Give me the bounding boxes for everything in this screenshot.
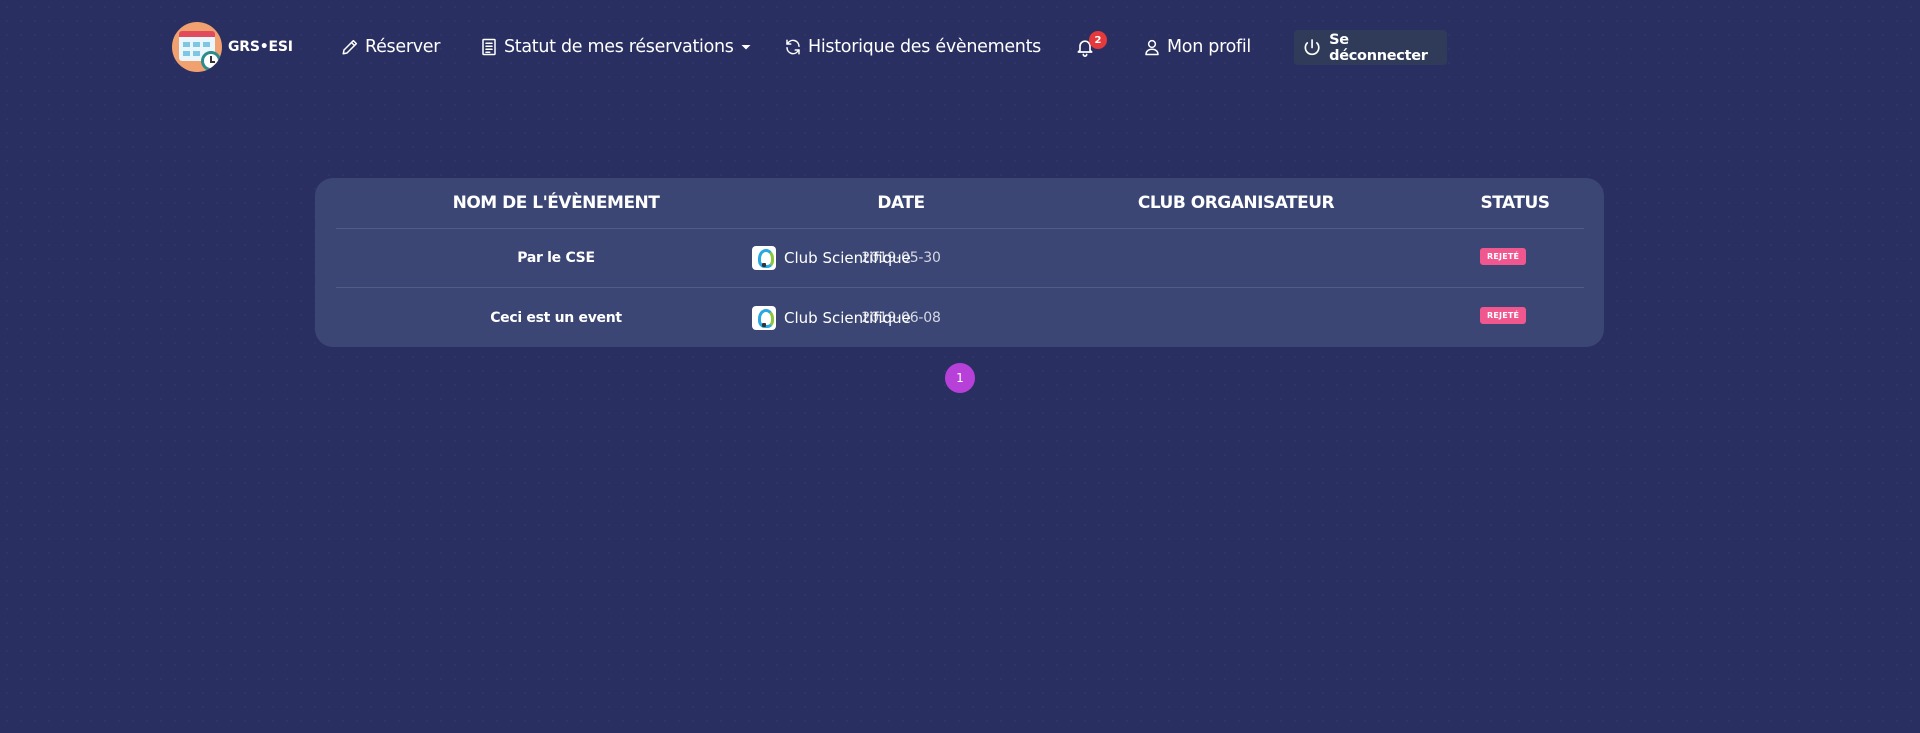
header-status: STATUS [1480, 193, 1550, 213]
nav-profile-label: Mon profil [1167, 37, 1251, 57]
status-badge: REJETÉ [1480, 307, 1527, 324]
events-table: NOM DE L'ÉVÈNEMENT DATE CLUB ORGANISATEU… [315, 178, 1604, 347]
brand-name: GRS•ESI [228, 39, 293, 55]
nav-history[interactable]: Historique des évènements [784, 35, 1041, 59]
status-cell: REJETÉ [1446, 229, 1584, 287]
refresh-icon [786, 39, 800, 55]
user-icon [1145, 39, 1159, 56]
logout-button[interactable]: Se déconnecter [1294, 30, 1447, 65]
power-icon [1304, 39, 1320, 56]
club-cell: Club Scientifique [336, 288, 1584, 347]
nav-status-label: Statut de mes réservations [504, 37, 734, 57]
pagination-page-1[interactable]: 1 [945, 363, 975, 393]
table-row: Par le CSE 2019-05-30 Club Scientifique … [336, 229, 1584, 288]
navbar: GRS•ESI Réserver Statut de mes réservati… [0, 0, 1920, 95]
logout-label: Se déconnecter [1329, 31, 1428, 64]
notifications-button[interactable]: 2 [1075, 31, 1107, 62]
nav-history-label: Historique des évènements [808, 37, 1041, 57]
notification-count-badge: 2 [1089, 31, 1107, 49]
club-scientifique-logo-icon [752, 246, 776, 270]
header-club: CLUB ORGANISATEUR [1137, 193, 1335, 213]
nav-reserve-label: Réserver [365, 37, 441, 57]
table-row: Ceci est un event 2019-06-08 Club Scient… [336, 288, 1584, 347]
table-header: NOM DE L'ÉVÈNEMENT DATE CLUB ORGANISATEU… [336, 178, 1584, 229]
club-cell: Club Scientifique [336, 229, 1584, 287]
club-name: Club Scientifique [784, 249, 911, 267]
nav-reserve[interactable]: Réserver [341, 35, 440, 59]
status-badge: REJETÉ [1480, 247, 1527, 265]
pencil-icon [342, 39, 358, 55]
club-scientifique-logo-icon [752, 305, 776, 330]
caret-down-icon [741, 45, 751, 50]
document-icon [482, 38, 496, 56]
club-name: Club Scientifique [784, 308, 911, 327]
brand[interactable]: GRS•ESI [172, 22, 293, 72]
nav-profile[interactable]: Mon profil [1143, 35, 1251, 59]
header-event-name: NOM DE L'ÉVÈNEMENT [452, 193, 660, 213]
nav-status-dropdown[interactable]: Statut de mes réservations [480, 35, 752, 59]
status-cell: REJETÉ [1446, 288, 1584, 347]
calendar-clock-logo-icon [172, 22, 222, 72]
header-date: DATE [877, 193, 925, 213]
